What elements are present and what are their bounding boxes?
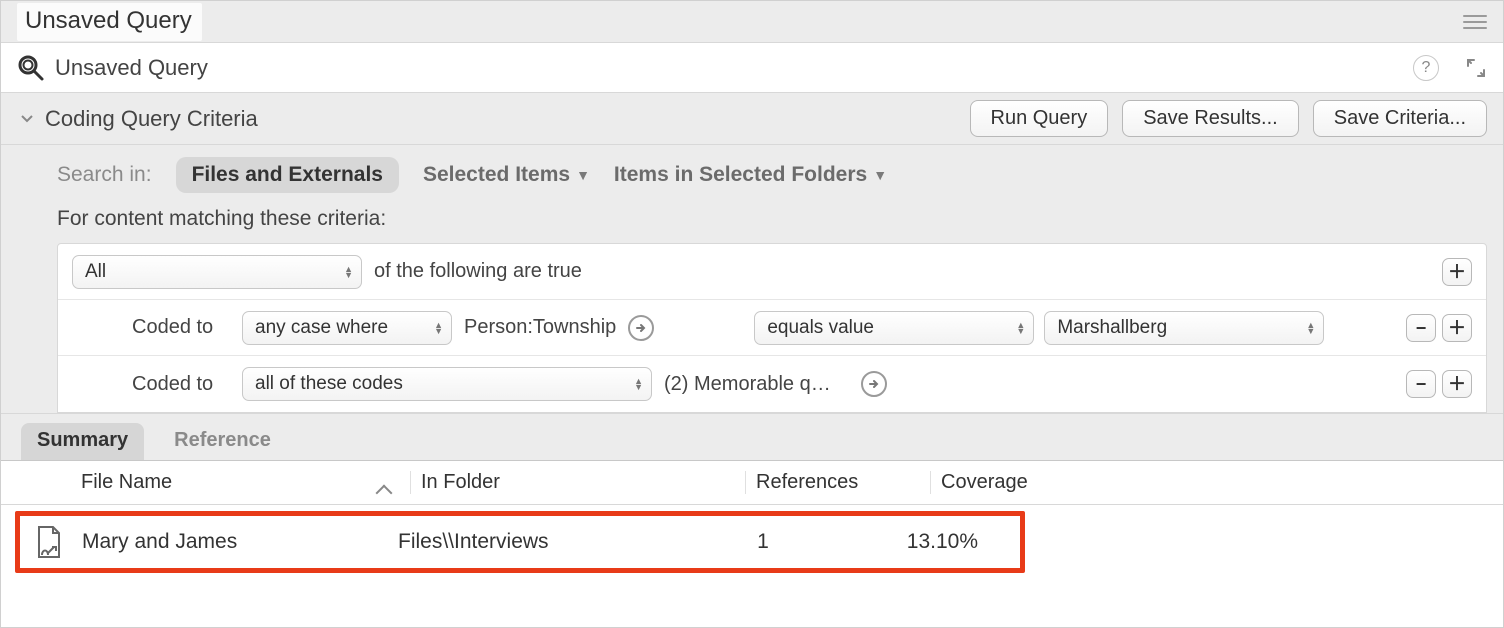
remove-rule-button[interactable]: − <box>1406 370 1436 398</box>
case-mode-value: any case where <box>255 317 388 339</box>
help-button[interactable]: ? <box>1413 55 1439 81</box>
all-suffix: of the following are true <box>374 260 582 283</box>
document-icon <box>34 525 64 559</box>
attribute-picker-button[interactable] <box>628 315 654 341</box>
codes-mode-select[interactable]: all of these codes ▲▼ <box>242 367 652 401</box>
chevron-down-icon: ▼ <box>873 167 887 183</box>
expand-icon[interactable] <box>1465 57 1487 79</box>
query-icon <box>17 54 45 82</box>
tab-reference[interactable]: Reference <box>158 423 287 460</box>
all-any-value: All <box>85 261 106 283</box>
cell-coverage: 13.10% <box>828 530 988 554</box>
operator-select[interactable]: equals value ▲▼ <box>754 311 1034 345</box>
col-coverage[interactable]: Coverage <box>931 471 1081 494</box>
updown-icon: ▲▼ <box>344 266 353 278</box>
criteria-heading: Coding Query Criteria <box>45 106 258 132</box>
add-rule-button[interactable]: ＋ <box>1442 314 1472 342</box>
run-query-button[interactable]: Run Query <box>970 100 1109 137</box>
cell-file-name: Mary and James <box>82 530 398 554</box>
col-in-folder[interactable]: In Folder <box>411 471 746 494</box>
save-criteria-button[interactable]: Save Criteria... <box>1313 100 1487 137</box>
all-any-select[interactable]: All ▲▼ <box>72 255 362 289</box>
tab-title: Unsaved Query <box>17 3 202 41</box>
value-select-value: Marshallberg <box>1057 317 1167 339</box>
scope-selected-items-label: Selected Items <box>423 163 570 187</box>
updown-icon: ▲▼ <box>1016 322 1025 334</box>
updown-icon: ▲▼ <box>634 378 643 390</box>
save-results-button[interactable]: Save Results... <box>1122 100 1299 137</box>
tab-summary[interactable]: Summary <box>21 423 144 460</box>
collapse-toggle[interactable] <box>17 112 37 126</box>
criteria-row-all: All ▲▼ of the following are true ＋ <box>58 244 1486 300</box>
table-row[interactable]: Mary and James Files\\Interviews 1 13.10… <box>15 511 1025 573</box>
codes-mode-value: all of these codes <box>255 373 403 395</box>
scope-files-externals[interactable]: Files and Externals <box>176 157 399 193</box>
codes-picker-button[interactable] <box>861 371 887 397</box>
operator-value: equals value <box>767 317 874 339</box>
col-file-name[interactable]: File Name <box>81 471 411 494</box>
add-rule-button[interactable]: ＋ <box>1442 370 1472 398</box>
add-rule-button[interactable]: ＋ <box>1442 258 1472 286</box>
attribute-name: Person:Township <box>464 316 616 339</box>
criteria-row-1: Coded to any case where ▲▼ Person:Townsh… <box>58 300 1486 356</box>
scope-selected-folders[interactable]: Items in Selected Folders ▼ <box>614 163 887 187</box>
updown-icon: ▲▼ <box>434 322 443 334</box>
scope-selected-folders-label: Items in Selected Folders <box>614 163 867 187</box>
cell-references: 1 <box>698 530 828 554</box>
value-select[interactable]: Marshallberg ▲▼ <box>1044 311 1324 345</box>
coded-to-label: Coded to <box>132 373 242 396</box>
chevron-down-icon: ▼ <box>576 167 590 183</box>
coded-to-label: Coded to <box>132 316 242 339</box>
remove-rule-button[interactable]: − <box>1406 314 1436 342</box>
criteria-panel: All ▲▼ of the following are true ＋ Coded… <box>57 243 1487 413</box>
case-mode-select[interactable]: any case where ▲▼ <box>242 311 452 345</box>
cell-in-folder: Files\\Interviews <box>398 530 698 554</box>
query-title: Unsaved Query <box>55 55 208 81</box>
updown-icon: ▲▼ <box>1306 322 1315 334</box>
scope-selected-items[interactable]: Selected Items ▼ <box>423 163 590 187</box>
table-header: File Name In Folder References Coverage <box>1 461 1503 505</box>
criteria-match-label: For content matching these criteria: <box>1 201 1503 243</box>
criteria-row-2: Coded to all of these codes ▲▼ (2) Memor… <box>58 356 1486 412</box>
codes-summary: (2) Memorable q… <box>664 373 831 396</box>
col-references[interactable]: References <box>746 471 931 494</box>
panel-menu-icon[interactable] <box>1463 10 1487 34</box>
search-in-label: Search in: <box>57 163 152 187</box>
